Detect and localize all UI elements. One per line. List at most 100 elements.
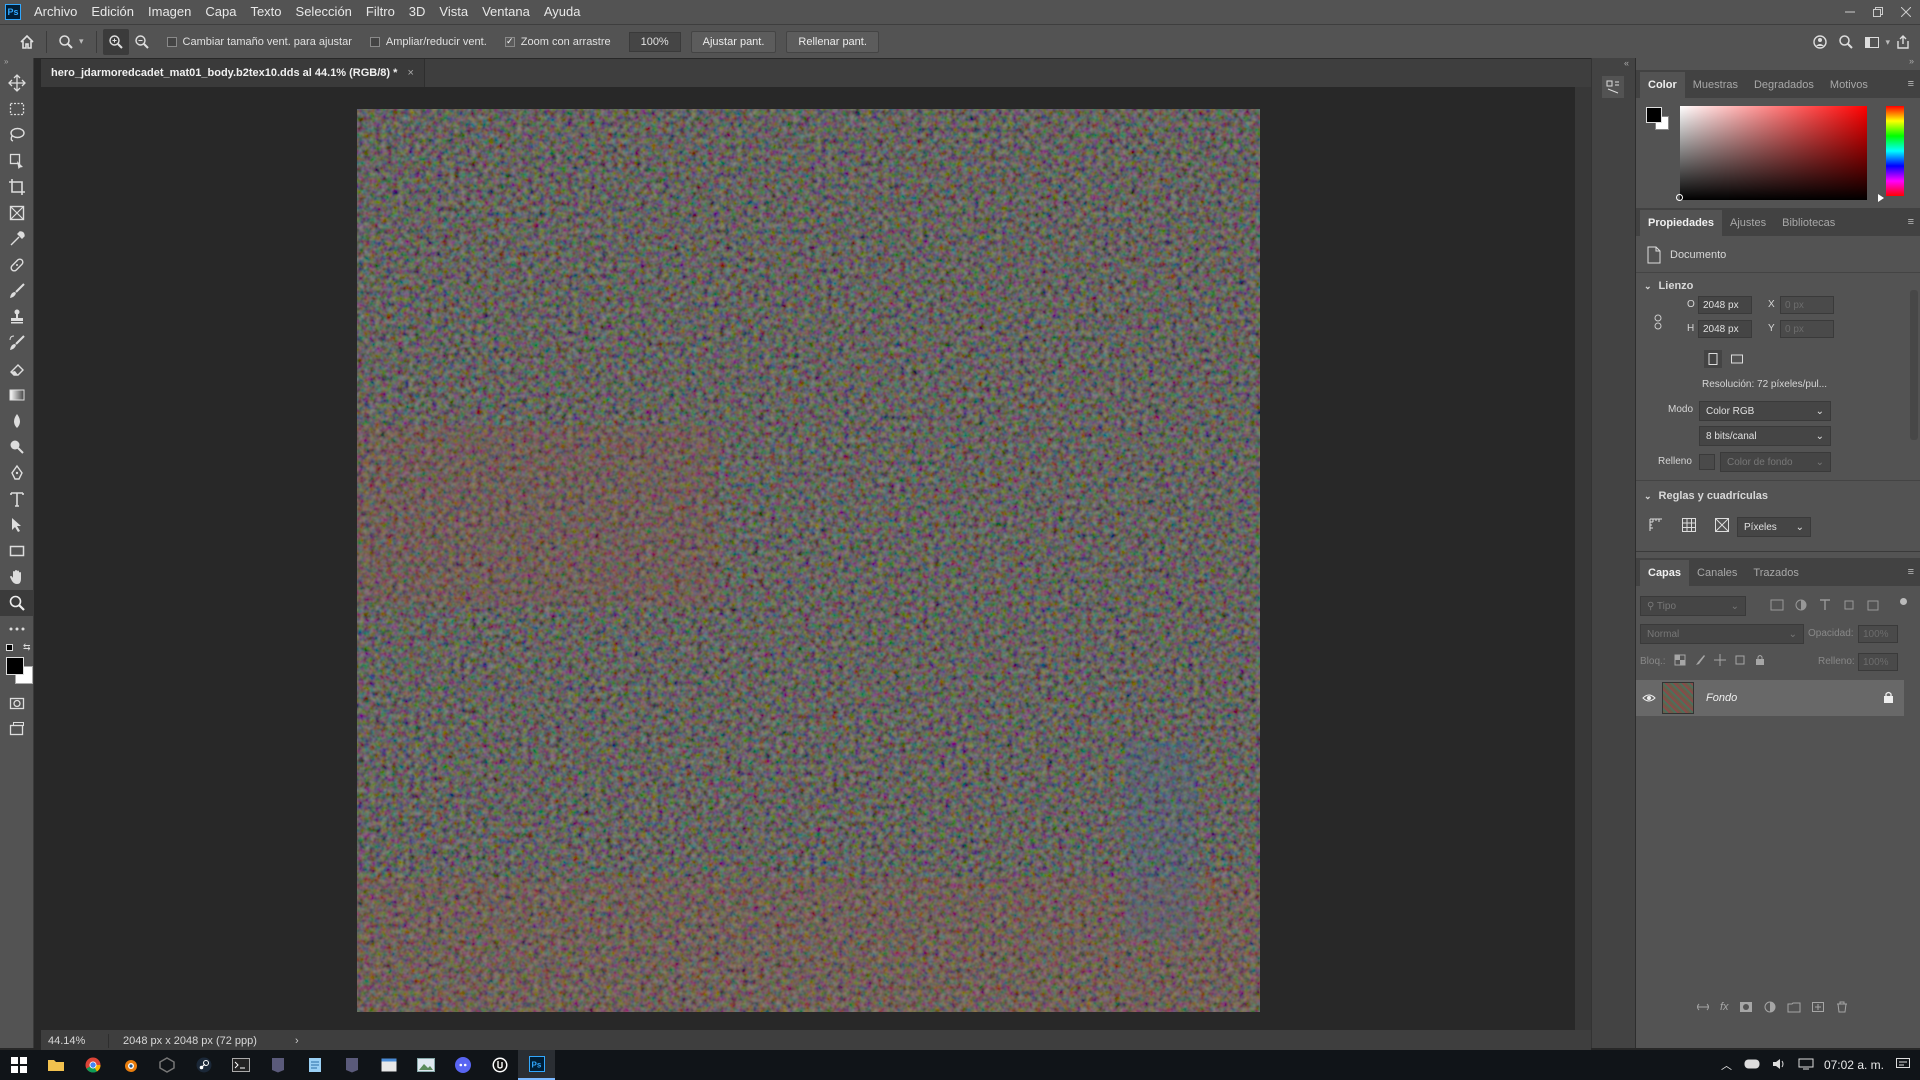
- default-colors-icon[interactable]: [6, 644, 13, 651]
- tab-layers[interactable]: Capas: [1640, 560, 1690, 586]
- eraser-tool-icon[interactable]: [0, 356, 34, 382]
- layer-name[interactable]: Fondo: [1706, 692, 1737, 704]
- filter-smart-object-icon[interactable]: [1866, 599, 1880, 611]
- layer-row[interactable]: Fondo: [1636, 680, 1904, 716]
- file-explorer-icon[interactable]: [37, 1050, 74, 1080]
- frame-tool-icon[interactable]: [0, 200, 34, 226]
- menu-filtro[interactable]: Filtro: [359, 0, 402, 24]
- lock-transparent-pixels-icon[interactable]: [1674, 654, 1686, 666]
- width-input[interactable]: 2048 px: [1698, 296, 1752, 314]
- filter-shape-icon[interactable]: [1842, 599, 1856, 611]
- lock-position-icon[interactable]: [1714, 654, 1726, 666]
- workspace-layout-icon[interactable]: [1859, 29, 1885, 55]
- marquee-tool-icon[interactable]: [0, 96, 34, 122]
- menu-texto[interactable]: Texto: [243, 0, 288, 24]
- lasso-tool-icon[interactable]: [0, 122, 34, 148]
- crop-tool-icon[interactable]: [0, 174, 34, 200]
- hand-tool-icon[interactable]: [0, 564, 34, 590]
- panel-menu-icon[interactable]: ≡: [1908, 216, 1914, 228]
- menu-ayuda[interactable]: Ayuda: [537, 0, 588, 24]
- tab-adjustments[interactable]: Ajustes: [1722, 210, 1774, 236]
- landscape-orientation-icon[interactable]: [1728, 350, 1746, 368]
- chrome-icon[interactable]: [74, 1050, 111, 1080]
- ruler-units-select[interactable]: Píxeles ⌄: [1737, 517, 1811, 537]
- tab-paths[interactable]: Trazados: [1745, 560, 1806, 586]
- close-icon[interactable]: [1892, 0, 1920, 24]
- panel-menu-icon[interactable]: ≡: [1908, 78, 1914, 90]
- vertical-scrollbar[interactable]: [1575, 87, 1591, 1030]
- rectangle-tool-icon[interactable]: [0, 538, 34, 564]
- fill-select[interactable]: Color de fondo ⌄: [1720, 452, 1831, 472]
- notifications-icon[interactable]: [1896, 1057, 1910, 1073]
- zoom-in-icon[interactable]: [102, 28, 129, 55]
- lock-all-icon[interactable]: [1754, 654, 1766, 666]
- zoom-percentage-input[interactable]: 100%: [628, 31, 681, 52]
- restore-icon[interactable]: [1864, 0, 1892, 24]
- swap-colors-icon[interactable]: ⇆: [23, 642, 31, 653]
- zoom-out-icon[interactable]: [129, 29, 155, 55]
- tab-libraries[interactable]: Bibliotecas: [1774, 210, 1843, 236]
- volume-icon[interactable]: [1772, 1058, 1786, 1073]
- photoshop-taskbar-icon[interactable]: Ps: [518, 1050, 555, 1080]
- filter-type-icon[interactable]: [1818, 599, 1832, 611]
- layer-thumbnail[interactable]: [1662, 682, 1694, 714]
- color-field-cursor-icon[interactable]: [1676, 194, 1683, 201]
- epic-games-icon[interactable]: [259, 1050, 296, 1080]
- grid-icon[interactable]: [1681, 517, 1697, 536]
- brush-tool-icon[interactable]: [0, 278, 34, 304]
- eyedropper-tool-icon[interactable]: [0, 226, 34, 252]
- color-field[interactable]: [1680, 106, 1867, 200]
- filter-pixel-icon[interactable]: [1770, 599, 1784, 611]
- clone-stamp-tool-icon[interactable]: [0, 304, 34, 330]
- unity-icon[interactable]: [148, 1050, 185, 1080]
- gradient-tool-icon[interactable]: [0, 382, 34, 408]
- menu-vista[interactable]: Vista: [432, 0, 475, 24]
- tab-properties[interactable]: Propiedades: [1640, 210, 1723, 236]
- gallery-icon[interactable]: [407, 1050, 444, 1080]
- checkbox-box[interactable]: [369, 36, 380, 47]
- y-input[interactable]: 0 px: [1780, 320, 1834, 338]
- tab-channels[interactable]: Canales: [1689, 560, 1745, 586]
- steam-icon[interactable]: [185, 1050, 222, 1080]
- link-dimensions-icon[interactable]: [1653, 314, 1663, 330]
- terminal-icon[interactable]: [222, 1050, 259, 1080]
- new-group-icon[interactable]: [1787, 1001, 1801, 1013]
- opacity-input[interactable]: 100%: [1858, 625, 1898, 643]
- adjustment-layer-icon[interactable]: [1763, 1001, 1777, 1013]
- history-brush-tool-icon[interactable]: [0, 330, 34, 356]
- clock-text[interactable]: 07:02 a. m.: [1824, 1058, 1884, 1072]
- layer-style-fx-icon[interactable]: fx: [1720, 1001, 1729, 1013]
- healing-brush-tool-icon[interactable]: [0, 252, 34, 278]
- height-input[interactable]: 2048 px: [1698, 320, 1752, 338]
- blend-mode-select[interactable]: Normal ⌄: [1640, 624, 1804, 644]
- canvas-image[interactable]: [357, 109, 1260, 1012]
- pixel-grid-icon[interactable]: [1714, 517, 1730, 536]
- panel-menu-icon[interactable]: ≡: [1908, 566, 1914, 578]
- blender-icon[interactable]: [111, 1050, 148, 1080]
- eye-visibility-icon[interactable]: [1636, 693, 1662, 703]
- collapse-arrows-icon[interactable]: »: [0, 58, 33, 70]
- tab-swatches[interactable]: Muestras: [1685, 72, 1746, 98]
- close-tab-icon[interactable]: ×: [407, 67, 413, 79]
- resize-windows-checkbox[interactable]: Cambiar tamaño vent. para ajustar: [166, 36, 352, 48]
- fill-screen-button[interactable]: Rellenar pant.: [786, 30, 879, 53]
- cloud-share-icon[interactable]: [1807, 29, 1833, 55]
- windows-start-icon[interactable]: [0, 1050, 37, 1080]
- menu-3d[interactable]: 3D: [402, 0, 433, 24]
- window-manager-icon[interactable]: [370, 1050, 407, 1080]
- layer-filter-select[interactable]: ⚲ Tipo ⌄: [1640, 596, 1746, 616]
- controller-icon[interactable]: [1744, 1058, 1760, 1072]
- canvas-section-header[interactable]: ⌄ Lienzo: [1644, 280, 1693, 292]
- epic-games-2-icon[interactable]: [333, 1050, 370, 1080]
- link-layers-icon[interactable]: [1696, 1001, 1710, 1013]
- portrait-orientation-icon[interactable]: [1704, 350, 1722, 368]
- filter-toggle-icon[interactable]: [1900, 598, 1907, 605]
- chevron-down-icon[interactable]: ▾: [79, 36, 84, 47]
- more-tools-icon[interactable]: [0, 616, 34, 642]
- delete-layer-icon[interactable]: [1835, 1001, 1849, 1013]
- quick-mask-icon[interactable]: [0, 690, 34, 716]
- panel-foreground-swatch[interactable]: [1646, 107, 1662, 123]
- checkbox-box[interactable]: [166, 36, 177, 47]
- hue-slider-marker-icon[interactable]: [1878, 194, 1884, 202]
- color-mode-select[interactable]: Color RGB ⌄: [1699, 401, 1831, 421]
